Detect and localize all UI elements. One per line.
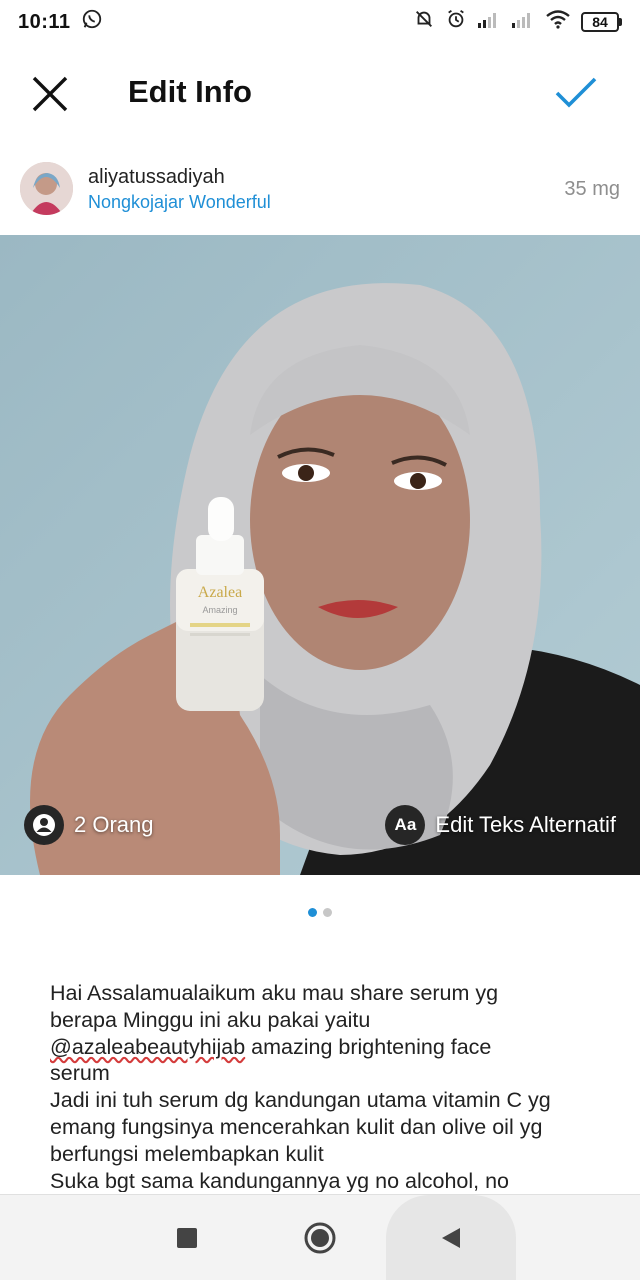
username[interactable]: aliyatussadiyah	[88, 166, 225, 189]
carousel-indicator	[0, 908, 640, 917]
carousel-dot-1	[308, 908, 317, 917]
home-button[interactable]	[255, 1195, 385, 1280]
page-title: Edit Info	[128, 74, 252, 109]
post-account-row: aliyatussadiyah Nongkojajar Wonderful 35…	[0, 156, 640, 222]
alt-text-icon: Aa	[385, 805, 426, 845]
done-button[interactable]	[552, 70, 600, 114]
photo-image: Azalea Amazing	[0, 235, 640, 875]
wifi-icon	[545, 9, 571, 35]
location-link[interactable]: Nongkojajar Wonderful	[88, 192, 271, 213]
signal-icon-2	[511, 9, 535, 35]
whatsapp-icon	[81, 8, 103, 36]
battery-icon: 84	[581, 12, 622, 32]
edit-alt-text-label: Edit Teks Alternatif	[435, 812, 616, 837]
back-button[interactable]	[386, 1195, 516, 1280]
bottle-brand: Azalea	[198, 584, 242, 601]
avatar[interactable]	[20, 162, 73, 215]
caption-text[interactable]: Hai Assalamualaikum aku mau share serum …	[50, 980, 610, 1192]
bottle-line: Amazing	[202, 605, 237, 615]
triangle-back-icon	[442, 1228, 460, 1248]
system-nav-bar	[0, 1194, 640, 1280]
post-photo[interactable]: Azalea Amazing 2 Orang Aa Edit Teks Alte…	[0, 235, 640, 875]
alarm-icon	[445, 8, 467, 36]
recent-apps-button[interactable]	[122, 1195, 252, 1280]
post-time: 35 mg	[564, 178, 620, 200]
carousel-dot-2	[323, 908, 332, 917]
checkmark-icon	[555, 77, 597, 108]
edit-alt-text-button[interactable]: Aa Edit Teks Alternatif	[385, 805, 616, 845]
caption-mention[interactable]: @azaleabeautyhijab	[50, 1035, 245, 1059]
tag-people-button[interactable]: 2 Orang	[24, 805, 154, 845]
person-icon	[24, 805, 64, 845]
header: Edit Info	[0, 52, 640, 132]
circle-icon	[304, 1222, 336, 1254]
tag-people-label: 2 Orang	[74, 812, 154, 837]
caption-part-1: Hai Assalamualaikum aku mau share serum …	[50, 981, 499, 1032]
status-time: 10:11	[18, 10, 71, 33]
signal-icon	[477, 9, 501, 35]
battery-level: 84	[581, 12, 619, 32]
mute-icon	[413, 8, 435, 36]
status-bar: 10:11 84	[0, 0, 640, 44]
square-icon	[177, 1228, 197, 1248]
close-icon	[32, 76, 68, 112]
close-button[interactable]	[28, 72, 72, 116]
